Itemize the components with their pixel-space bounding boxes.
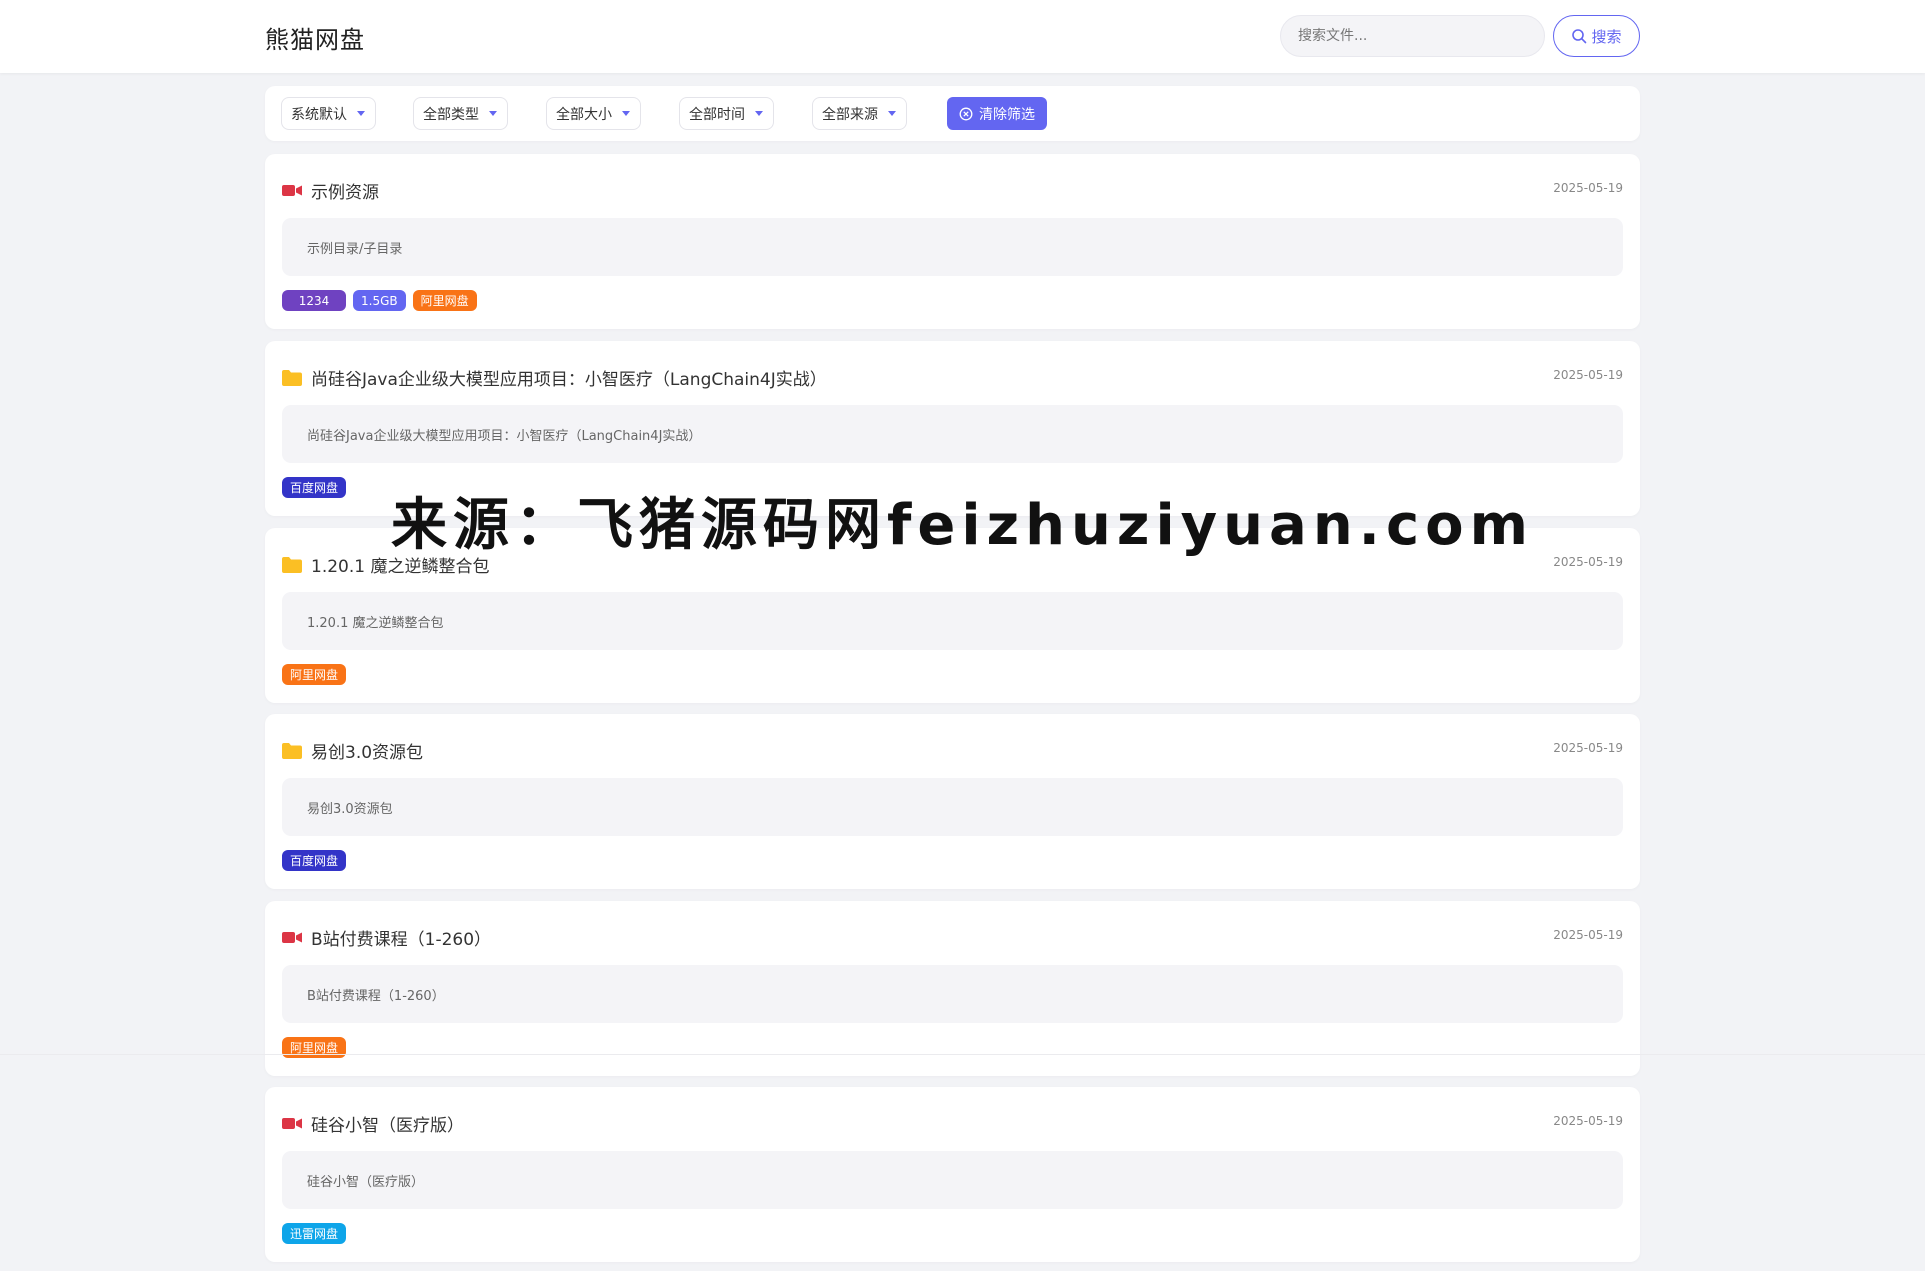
card-tags: 迅雷网盘 <box>282 1223 347 1244</box>
clear-circle-icon <box>959 107 973 120</box>
card-date: 2025-05-19 <box>1553 1114 1623 1128</box>
card-date: 2025-05-19 <box>1553 181 1623 195</box>
card-tags: 阿里网盘 <box>282 664 347 685</box>
source-badge: 百度网盘 <box>282 850 347 871</box>
card-tags: 1234 1.5GB 阿里网盘 <box>282 290 477 311</box>
size-badge: 1.5GB <box>353 290 406 311</box>
source-badge: 阿里网盘 <box>282 664 347 685</box>
search-button[interactable]: 搜索 <box>1553 15 1640 57</box>
card-title-text: B站付费课程（1-260） <box>311 930 492 950</box>
card-tags: 百度网盘 <box>282 850 347 871</box>
card-date: 2025-05-19 <box>1553 741 1623 755</box>
video-icon <box>282 1118 302 1129</box>
card-title[interactable]: 示例资源 <box>282 178 379 203</box>
clear-filters-label: 清除筛选 <box>979 106 1035 123</box>
top-header: 熊猫网盘 搜索 <box>0 0 1925 73</box>
chevron-down-icon <box>489 111 497 116</box>
card-title-text: 尚硅谷Java企业级大模型应用项目：小智医疗（LangChain4J实战） <box>311 370 827 390</box>
card-title-text: 硅谷小智（医疗版） <box>311 1116 464 1136</box>
card-path: 易创3.0资源包 <box>282 778 1623 836</box>
divider <box>0 1054 1925 1055</box>
video-icon <box>282 932 302 943</box>
card-date: 2025-05-19 <box>1553 928 1623 942</box>
chevron-down-icon <box>888 111 896 116</box>
type-select[interactable]: 全部类型 <box>413 97 508 130</box>
resource-card[interactable]: 易创3.0资源包 2025-05-19 易创3.0资源包 百度网盘 <box>265 714 1640 889</box>
chevron-down-icon <box>357 111 365 116</box>
size-select-label: 全部大小 <box>556 106 612 123</box>
folder-icon <box>282 369 302 386</box>
card-title-text: 易创3.0资源包 <box>311 743 424 763</box>
source-select[interactable]: 全部来源 <box>812 97 907 130</box>
card-date: 2025-05-19 <box>1553 368 1623 382</box>
video-icon <box>282 185 302 196</box>
time-select-label: 全部时间 <box>689 106 745 123</box>
source-select-label: 全部来源 <box>822 106 878 123</box>
watermark: 来源：飞猪源码网feizhuziyuan.com <box>391 493 1534 558</box>
resource-card[interactable]: B站付费课程（1-260） 2025-05-19 B站付费课程（1-260） 阿… <box>265 901 1640 1076</box>
sort-select[interactable]: 系统默认 <box>281 97 376 130</box>
card-path: 示例目录/子目录 <box>282 218 1623 276</box>
search-icon <box>1572 29 1587 44</box>
card-title[interactable]: B站付费课程（1-260） <box>282 925 491 950</box>
card-path: 尚硅谷Java企业级大模型应用项目：小智医疗（LangChain4J实战） <box>282 405 1623 463</box>
resource-card[interactable]: 硅谷小智（医疗版） 2025-05-19 硅谷小智（医疗版） 迅雷网盘 <box>265 1087 1640 1262</box>
card-path: 1.20.1 魔之逆鳞整合包 <box>282 592 1623 650</box>
clear-filters-button[interactable]: 清除筛选 <box>947 97 1047 130</box>
search-input[interactable] <box>1280 15 1545 57</box>
search-button-label: 搜索 <box>1591 27 1622 46</box>
folder-icon <box>282 742 302 759</box>
site-logo[interactable]: 熊猫网盘 <box>265 20 365 55</box>
source-badge: 阿里网盘 <box>412 290 477 311</box>
filter-bar: 系统默认 全部类型 全部大小 全部时间 全部来源 清除筛选 <box>265 86 1640 141</box>
card-title[interactable]: 易创3.0资源包 <box>282 738 423 763</box>
card-title[interactable]: 硅谷小智（医疗版） <box>282 1111 464 1136</box>
size-select[interactable]: 全部大小 <box>546 97 641 130</box>
card-title[interactable]: 尚硅谷Java企业级大模型应用项目：小智医疗（LangChain4J实战） <box>282 365 827 390</box>
card-path: B站付费课程（1-260） <box>282 965 1623 1023</box>
card-path: 硅谷小智（医疗版） <box>282 1151 1623 1209</box>
card-title-text: 示例资源 <box>311 183 379 203</box>
sort-select-label: 系统默认 <box>291 106 347 123</box>
chevron-down-icon <box>755 111 763 116</box>
count-badge: 1234 <box>282 290 346 311</box>
source-badge: 迅雷网盘 <box>282 1223 347 1244</box>
time-select[interactable]: 全部时间 <box>679 97 774 130</box>
resource-card[interactable]: 示例资源 2025-05-19 示例目录/子目录 1234 1.5GB 阿里网盘 <box>265 154 1640 329</box>
chevron-down-icon <box>622 111 630 116</box>
type-select-label: 全部类型 <box>423 106 479 123</box>
